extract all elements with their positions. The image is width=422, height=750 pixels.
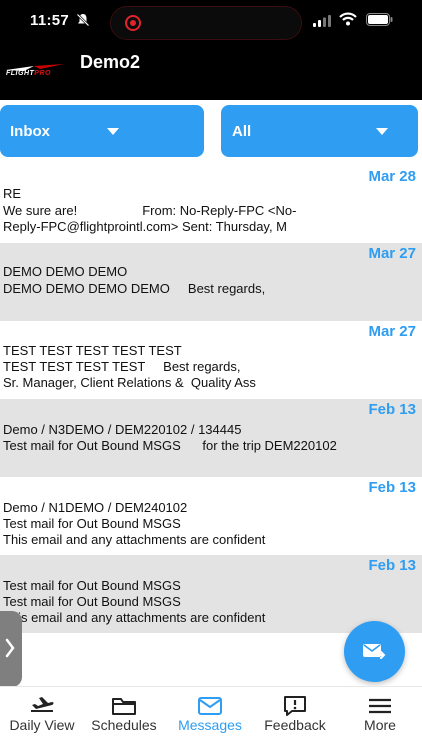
tab-more[interactable]: More [338,687,422,750]
menu-icon [369,698,391,714]
battery-icon [366,13,393,26]
screen-recording-icon [125,15,141,31]
wifi-icon [339,12,357,26]
tab-label: Daily View [9,717,75,733]
message-preview: This email and any attachments are confi… [3,610,266,625]
scope-dropdown-label: All [232,123,252,140]
folder-dropdown-label: Inbox [10,123,50,140]
cellular-signal-icon [313,15,331,27]
tab-label: More [364,717,396,733]
message-subject: TEST TEST TEST TEST TEST [3,343,182,358]
bottom-tab-bar: Daily View Schedules Messages Feedback M… [0,686,422,750]
dynamic-island [110,6,302,40]
compose-mail-icon [363,644,386,659]
message-subject: DEMO DEMO DEMO [3,264,128,279]
message-item[interactable]: Feb 13 Demo / N1DEMO / DEM240102 Test ma… [0,477,422,555]
message-preview: Test mail for Out Bound MSGS [3,516,181,531]
logo-text-pro: PRO [34,70,51,77]
message-subject: Demo / N1DEMO / DEM240102 [3,500,188,515]
compose-message-button[interactable] [344,621,405,682]
message-preview: Test mail for Out Bound MSGS [3,594,181,609]
filter-bar: Inbox All [0,100,422,166]
message-item[interactable]: Feb 13 Test mail for Out Bound MSGS Test… [0,555,422,633]
status-time: 11:57 [30,12,70,29]
top-bar: 11:57 FLIGHTPRO Demo2 [0,0,422,100]
tab-label: Messages [178,717,242,733]
chevron-down-icon [107,128,119,135]
message-date: Mar 27 [368,245,416,262]
logo-text-flight: FLIGHT [6,70,35,77]
bell-muted-icon [76,13,90,27]
folder-icon [112,698,136,715]
message-item[interactable]: Mar 27 TEST TEST TEST TEST TEST TEST TES… [0,321,422,399]
airplane-icon [31,697,54,712]
message-subject: Demo / N3DEMO / DEM220102 / 134445 [3,422,242,437]
tab-messages[interactable]: Messages [168,687,252,750]
logo-text: FLIGHTPRO [6,70,51,77]
message-item[interactable]: Mar 27 DEMO DEMO DEMO DEMO DEMO DEMO DEM… [0,243,422,321]
message-preview: Test mail for Out Bound MSGS for the tri… [3,438,337,453]
tab-label: Feedback [264,717,326,733]
scope-dropdown[interactable]: All [221,105,418,157]
mail-icon [198,697,222,715]
message-list[interactable]: Mar 28 RE We sure are! From: No-Reply-FP… [0,166,422,686]
tab-feedback[interactable]: Feedback [253,687,337,750]
tab-label: Schedules [91,717,157,733]
message-date: Mar 27 [368,323,416,340]
message-item[interactable]: Mar 28 RE We sure are! From: No-Reply-FP… [0,166,422,244]
feedback-icon [284,696,306,716]
message-date: Feb 13 [368,479,416,496]
message-date: Feb 13 [368,401,416,418]
tab-schedules[interactable]: Schedules [82,687,166,750]
message-date: Mar 28 [368,168,416,185]
message-item[interactable]: Feb 13 Demo / N3DEMO / DEM220102 / 13444… [0,399,422,477]
side-drawer-handle[interactable] [0,611,22,687]
message-preview: We sure are! From: No-Reply-FPC <No- [3,203,297,218]
message-preview: TEST TEST TEST TEST Best regards, [3,359,241,374]
chevron-down-icon [376,128,388,135]
chevron-right-icon [5,638,15,658]
message-preview: Sr. Manager, Client Relations & Quality … [3,375,256,390]
message-preview: DEMO DEMO DEMO DEMO Best regards, [3,281,266,296]
message-preview: Reply-FPC@flightprointl.com> Sent: Thurs… [3,219,288,234]
page-title: Demo2 [80,52,141,72]
message-preview: This email and any attachments are confi… [3,532,266,547]
message-date: Feb 13 [368,557,416,574]
message-subject: Test mail for Out Bound MSGS [3,578,181,593]
tab-daily-view[interactable]: Daily View [0,687,84,750]
folder-dropdown[interactable]: Inbox [0,105,204,157]
message-subject: RE [3,186,22,201]
